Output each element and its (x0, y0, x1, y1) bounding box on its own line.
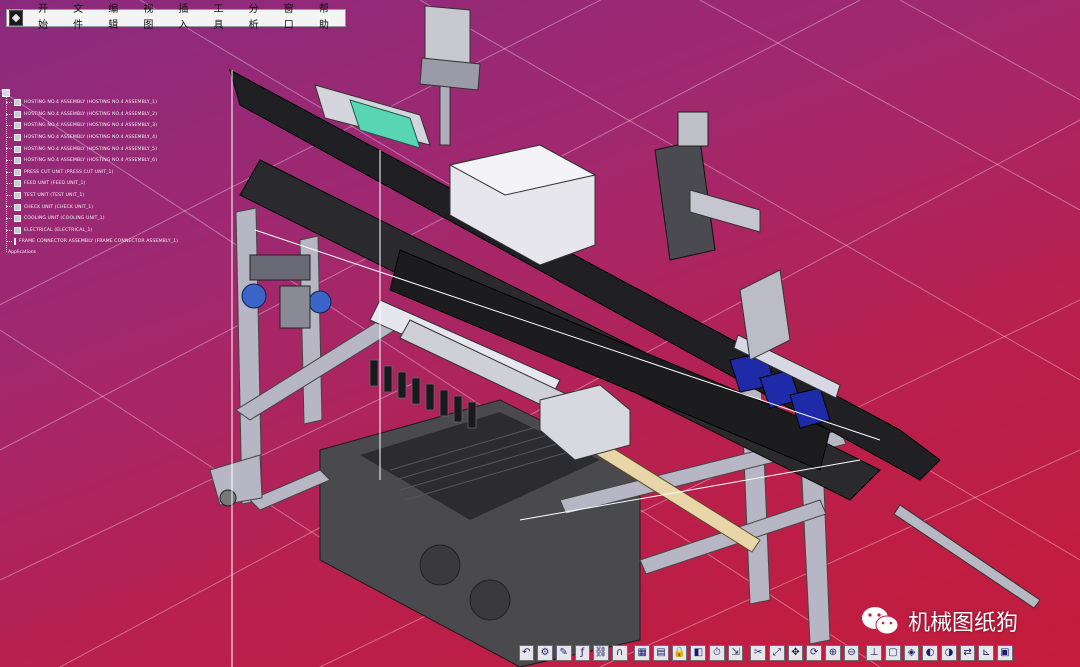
menu-tools[interactable]: 工具 (205, 2, 240, 34)
tree-node[interactable]: FRAME CONNECTOR ASSEMBLY (FRAME CONNECTO… (6, 236, 178, 248)
part-icon (14, 203, 21, 211)
menu-edit[interactable]: 编辑 (99, 2, 134, 34)
undo-icon[interactable]: ↶ (518, 645, 535, 661)
tree-applications[interactable]: Applications (8, 248, 162, 257)
tree-node[interactable]: COOLING UNIT (COOLING UNIT_1) (6, 213, 162, 225)
part-icon (14, 168, 21, 176)
menu-start[interactable]: 开始 (29, 2, 64, 34)
normal-view-icon[interactable]: ⊥ (866, 645, 882, 661)
tree-node-label: TEST UNIT (TEST UNIT_1) (24, 193, 85, 199)
wechat-icon (862, 607, 899, 635)
tree-node[interactable]: TEST UNIT (TEST UNIT_1) (6, 190, 162, 202)
tree-node-label: HOSTING NO.4 ASSEMBLY (HOSTING NO.4 ASSE… (24, 111, 158, 117)
tree-node[interactable]: HOSTING NO.4 ASSEMBLY (HOSTING NO.4 ASSE… (6, 120, 162, 132)
menu-analyze[interactable]: 分析 (240, 2, 275, 34)
tree-node[interactable]: PRESS CUT UNIT (PRESS CUT UNIT_1) (6, 167, 162, 179)
tree-node-label: HOSTING NO.4 ASSEMBLY (HOSTING NO.4 ASSE… (24, 135, 158, 141)
tree-root[interactable] (2, 88, 162, 97)
tree-node[interactable]: HOSTING NO.4 ASSEMBLY (HOSTING NO.4 ASSE… (6, 97, 162, 109)
part-icon (14, 215, 21, 223)
menu-view[interactable]: 视图 (134, 2, 169, 34)
machine-3d-model[interactable] (0, 0, 1080, 667)
scissors-icon[interactable]: ✂ (750, 645, 767, 661)
menu-insert[interactable]: 插入 (169, 2, 204, 34)
catalog-icon[interactable]: ◧ (690, 645, 707, 661)
tree-node-label: HOSTING NO.4 ASSEMBLY (HOSTING NO.4 ASSE… (24, 146, 158, 152)
tree-node[interactable]: HOSTING NO.4 ASSEMBLY (HOSTING NO.4 ASSE… (6, 132, 162, 144)
part-icon (14, 145, 21, 153)
lock-icon[interactable]: 🔒 (671, 645, 688, 661)
zoom-in-icon[interactable]: ⊕ (825, 645, 841, 661)
tree-node[interactable]: HOSTING NO.4 ASSEMBLY (HOSTING NO.4 ASSE… (6, 155, 162, 167)
formula-icon[interactable]: ƒ (574, 645, 591, 661)
tree-node-label: CHECK UNIT (CHECK UNIT_1) (24, 204, 94, 210)
pan-icon[interactable]: ✥ (787, 645, 804, 661)
assembly-icon[interactable]: ⚙ (537, 645, 553, 661)
tree-node-label: COOLING UNIT (COOLING UNIT_1) (24, 216, 105, 222)
watermark: 机械图纸狗 (860, 598, 1060, 644)
menu-window[interactable]: 窗口 (275, 2, 310, 34)
iso-view-icon[interactable]: ◈ (903, 645, 920, 661)
tree-node[interactable]: HOSTING NO.4 ASSEMBLY (HOSTING NO.4 ASSE… (6, 143, 162, 155)
part-icon (14, 134, 21, 142)
table-icon[interactable]: ▤ (653, 645, 669, 661)
tree-node[interactable]: FEED UNIT (FEED UNIT_1) (6, 178, 162, 190)
menu-file[interactable]: 文件 (64, 2, 99, 34)
hide-show-icon[interactable]: ◑ (941, 645, 957, 661)
tree-node-label: HOSTING NO.4 ASSEMBLY (HOSTING NO.4 ASSE… (24, 100, 158, 106)
product-icon (2, 88, 10, 97)
bottom-toolbar: ↶ ⚙ ✎ ƒ ⛓ ∩ ▦ ▤ 🔒 ◧ ⏱ ⇲ ✂ ⤢ ✥ ⟳ ⊕ ⊖ ⊥ ▢ ◈ ◐ ◑ ⇄ ⊾ ▣ (517, 641, 1014, 665)
material-icon[interactable]: ▣ (997, 645, 1013, 661)
part-icon (14, 99, 21, 107)
tree-node-label: FEED UNIT (FEED UNIT_1) (24, 181, 86, 187)
catia-app-icon[interactable] (9, 10, 23, 26)
tree-node[interactable]: CHECK UNIT (CHECK UNIT_1) (6, 201, 162, 213)
tree-node-label: ELECTRICAL (ELECTRICAL_1) (24, 227, 93, 233)
sketch-icon[interactable]: ✎ (555, 645, 572, 661)
axis-icon[interactable]: ⊾ (978, 645, 995, 661)
part-icon (14, 157, 21, 165)
rotate-icon[interactable]: ⟳ (806, 645, 823, 661)
grid-icon[interactable]: ▦ (634, 645, 651, 661)
menu-help[interactable]: 帮助 (310, 2, 345, 34)
tree-node[interactable]: ELECTRICAL (ELECTRICAL_1) (6, 225, 162, 237)
part-icon (14, 110, 21, 118)
tree-node-label: HOSTING NO.4 ASSEMBLY (HOSTING NO.4 ASSE… (24, 123, 158, 129)
magnet-icon[interactable]: ∩ (611, 645, 628, 661)
tree-node-label: PRESS CUT UNIT (PRESS CUT UNIT_1) (24, 169, 114, 175)
watermark-text: 机械图纸狗 (908, 611, 1019, 636)
specification-tree: HOSTING NO.4 ASSEMBLY (HOSTING NO.4 ASSE… (2, 88, 178, 257)
part-icon (14, 180, 21, 188)
shading-icon[interactable]: ◐ (922, 645, 938, 661)
part-icon (14, 226, 21, 234)
menu-bar: 开始 文件 编辑 视图 插入 工具 分析 窗口 帮助 (6, 4, 346, 31)
swap-visible-icon[interactable]: ⇄ (959, 645, 976, 661)
part-icon (14, 122, 21, 130)
catia-window: 开始 文件 编辑 视图 插入 工具 分析 窗口 帮助 HOSTING NO.4 … (0, 0, 1080, 667)
tree-node-label: FRAME CONNECTOR ASSEMBLY (FRAME CONNECTO… (19, 239, 179, 245)
part-icon (14, 192, 21, 200)
tree-node-label: HOSTING NO.4 ASSEMBLY (HOSTING NO.4 ASSE… (24, 158, 158, 164)
clock-icon[interactable]: ⏱ (709, 645, 725, 661)
zoom-out-icon[interactable]: ⊖ (843, 645, 860, 661)
fit-all-icon[interactable]: ⤢ (769, 645, 785, 661)
part-icon (14, 238, 16, 246)
link-icon[interactable]: ⛓ (593, 645, 609, 661)
create-view-icon[interactable]: ▢ (884, 645, 901, 661)
measure-icon[interactable]: ⇲ (727, 645, 744, 661)
tree-node[interactable]: HOSTING NO.4 ASSEMBLY (HOSTING NO.4 ASSE… (6, 109, 162, 121)
